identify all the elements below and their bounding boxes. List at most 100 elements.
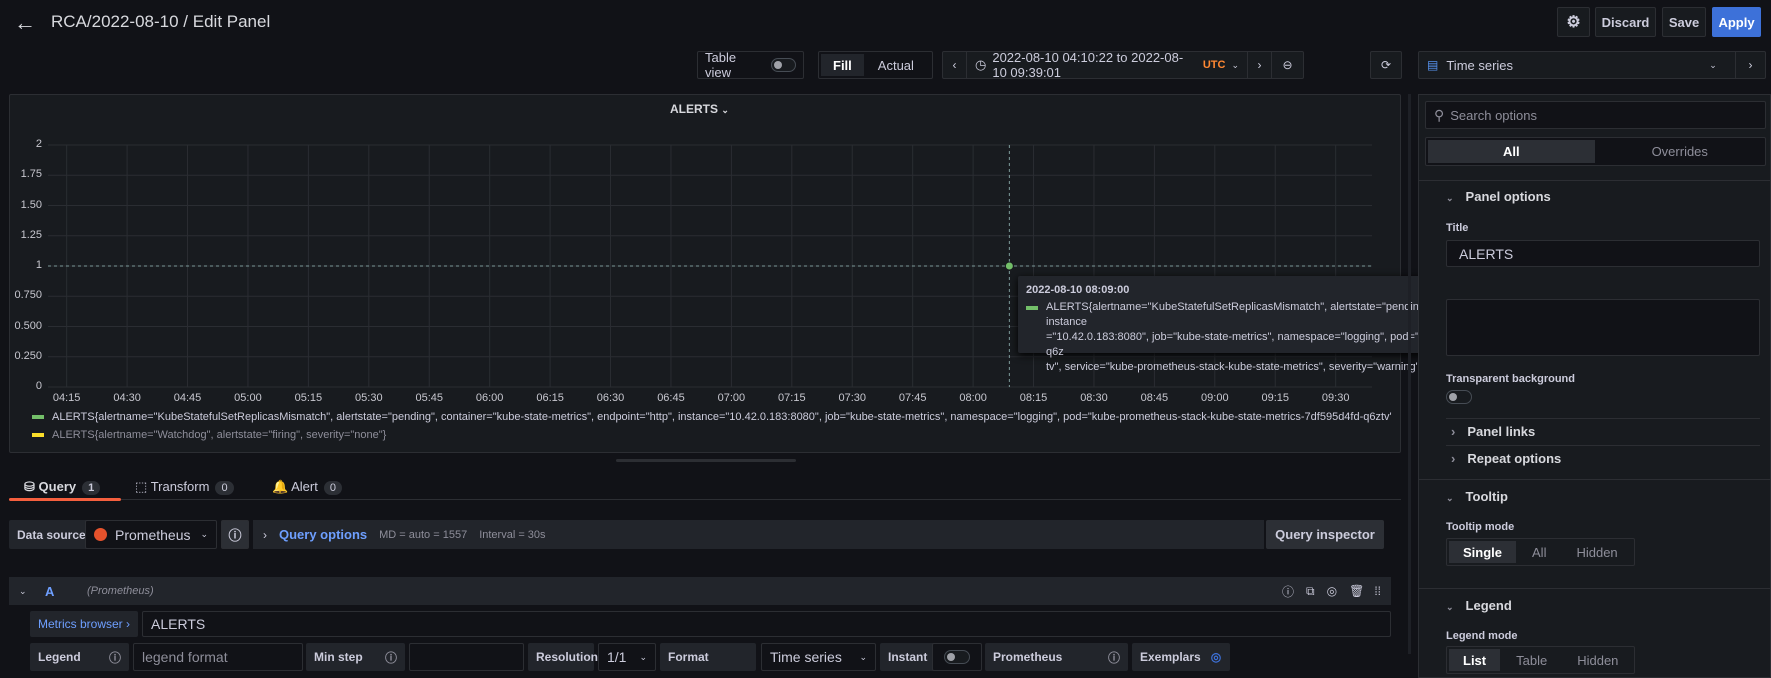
legend-label: ALERTS{alertname="Watchdog", alertstate=…	[52, 429, 387, 441]
chevron-down-icon: ⌄	[1446, 493, 1454, 503]
metrics-browser-label: Metrics browser	[38, 617, 123, 631]
tab-query[interactable]: ⛁ Query 1	[24, 479, 101, 495]
panel-options-header[interactable]: ⌄ Panel options	[1446, 189, 1551, 204]
x-tick-label: 06:30	[596, 392, 625, 404]
metrics-browser-button[interactable]: Metrics browser ›	[30, 611, 139, 637]
query-expression-input[interactable]: ALERTS	[142, 611, 1391, 637]
legend-mode-hidden[interactable]: Hidden	[1563, 649, 1632, 671]
legend-mode-label: Legend mode	[1446, 630, 1518, 642]
panel-title-input[interactable]: ALERTS	[1446, 240, 1760, 267]
bell-icon: 🔔	[272, 479, 289, 494]
toggle-switch[interactable]	[944, 650, 970, 664]
data-point	[1004, 261, 1014, 271]
help-icon[interactable]: ⓘ	[1282, 583, 1294, 600]
tooltip-header[interactable]: ⌄ Tooltip	[1446, 489, 1508, 504]
transparent-background-toggle[interactable]	[1446, 390, 1472, 404]
format-select[interactable]: Time series ⌄	[761, 643, 876, 671]
divider	[1446, 445, 1760, 446]
y-tick-label: 0.750	[14, 289, 42, 302]
min-step-label-text: Min step	[314, 650, 363, 664]
query-type-label: Prometheus ⓘ	[985, 643, 1128, 671]
resolution-value: 1/1	[607, 649, 627, 665]
query-inspector-button[interactable]: Query inspector	[1266, 520, 1384, 549]
legend-header[interactable]: ⌄ Legend	[1446, 598, 1512, 613]
transparent-background-label: Transparent background	[1446, 373, 1575, 385]
legend-mode-table[interactable]: Table	[1502, 649, 1561, 671]
tooltip-mode-hidden[interactable]: Hidden	[1562, 541, 1631, 563]
instant-label: Instant	[880, 643, 936, 671]
x-tick-label: 06:15	[536, 392, 564, 404]
chevron-down-icon: ⌄	[19, 585, 27, 596]
resolution-label: Resolution	[528, 643, 598, 671]
filter-overrides[interactable]: Overrides	[1597, 140, 1764, 163]
transform-icon: ⬚	[135, 479, 148, 494]
legend-label: ALERTS{alertname="KubeStatefulSetReplica…	[52, 411, 1392, 423]
duplicate-icon[interactable]: ⧉	[1306, 584, 1315, 599]
chevron-right-icon: ›	[263, 527, 267, 542]
x-tick-label: 08:15	[1019, 392, 1048, 404]
search-icon: ⚲	[1434, 106, 1445, 123]
help-icon: ⓘ	[228, 528, 242, 543]
x-tick-label: 08:00	[959, 392, 987, 404]
tooltip-mode-label: Tooltip mode	[1446, 521, 1515, 533]
query-ref-id[interactable]: A	[45, 584, 87, 599]
tooltip-mode-selector: Single All Hidden	[1446, 538, 1635, 566]
trash-icon[interactable]: 🗑	[1349, 584, 1364, 598]
tooltip-mode-single[interactable]: Single	[1449, 541, 1517, 563]
legend-item[interactable]: ALERTS{alertname="KubeStatefulSetReplica…	[32, 411, 1392, 423]
legend-item[interactable]: ALERTS{alertname="Watchdog", alertstate=…	[32, 429, 386, 441]
description-textarea[interactable]	[1446, 299, 1760, 356]
tab-label: Alert	[291, 479, 318, 494]
chevron-right-icon: ›	[1451, 424, 1456, 439]
datasource-value: Prometheus	[115, 526, 191, 543]
y-tick-label: 0	[35, 380, 42, 392]
legend-mode-list[interactable]: List	[1449, 649, 1501, 671]
min-step-input[interactable]	[409, 643, 524, 671]
section-title: Panel options	[1465, 189, 1551, 204]
eye-icon[interactable]: ◎	[1327, 584, 1337, 598]
legend-color-swatch	[32, 415, 44, 420]
tab-alert[interactable]: 🔔 Alert 0	[272, 479, 342, 495]
query-options-bar[interactable]: › Query options MD = auto = 1557 Interva…	[253, 520, 1264, 549]
tab-count-badge: 0	[323, 481, 342, 495]
datasource-select[interactable]: Prometheus ⌄	[85, 520, 217, 549]
x-tick-label: 07:00	[717, 392, 746, 404]
resolution-select[interactable]: 1/1 ⌄	[598, 643, 656, 671]
section-title: Tooltip	[1465, 489, 1508, 504]
x-tick-label: 09:00	[1201, 392, 1229, 404]
options-pane	[1418, 94, 1771, 678]
exemplars-toggle[interactable]: Exemplars ◎	[1132, 643, 1230, 671]
panel-links-header[interactable]: › Panel links	[1451, 424, 1535, 439]
x-tick-label: 05:30	[355, 392, 383, 404]
instant-toggle[interactable]	[932, 643, 982, 671]
tab-count-badge: 1	[82, 481, 101, 495]
query-datasource-name: (Prometheus)	[87, 585, 154, 597]
chevron-right-icon: ›	[1451, 451, 1456, 466]
tooltip-mode-all[interactable]: All	[1518, 541, 1560, 563]
y-tick-label: 1	[35, 259, 42, 271]
query-row-header[interactable]: ⌄ A (Prometheus) ⓘ ⧉ ◎ 🗑 ⁞⁞	[9, 577, 1391, 605]
filter-all[interactable]: All	[1428, 140, 1595, 163]
exemplars-label: Exemplars	[1140, 650, 1201, 664]
search-options-input[interactable]: ⚲ Search options	[1425, 101, 1766, 129]
search-placeholder: Search options	[1450, 107, 1537, 123]
x-tick-label: 07:45	[898, 392, 927, 404]
database-icon: ⛁	[24, 479, 35, 494]
x-tick-label: 04:30	[113, 392, 141, 404]
query-type-text: Prometheus	[993, 650, 1063, 664]
y-tick-label: 2	[35, 138, 42, 150]
divider	[1446, 418, 1760, 419]
datasource-help-button[interactable]: ⓘ	[221, 520, 249, 549]
tab-label: Transform	[150, 479, 210, 494]
tab-transform[interactable]: ⬚ Transform 0	[135, 479, 234, 495]
options-pane-splitter[interactable]	[1408, 94, 1411, 654]
min-step-label: Min step ⓘ	[306, 643, 405, 671]
tabs-divider	[9, 499, 1401, 500]
drag-handle-icon[interactable]: ⁞⁞	[1374, 584, 1381, 598]
legend-format-input[interactable]: legend format	[133, 643, 303, 671]
series-color-swatch	[1026, 306, 1038, 310]
chevron-down-icon: ⌄	[1446, 193, 1454, 203]
chevron-down-icon: ⌄	[859, 651, 867, 662]
resize-handle[interactable]	[616, 459, 796, 462]
repeat-options-header[interactable]: › Repeat options	[1451, 451, 1561, 466]
